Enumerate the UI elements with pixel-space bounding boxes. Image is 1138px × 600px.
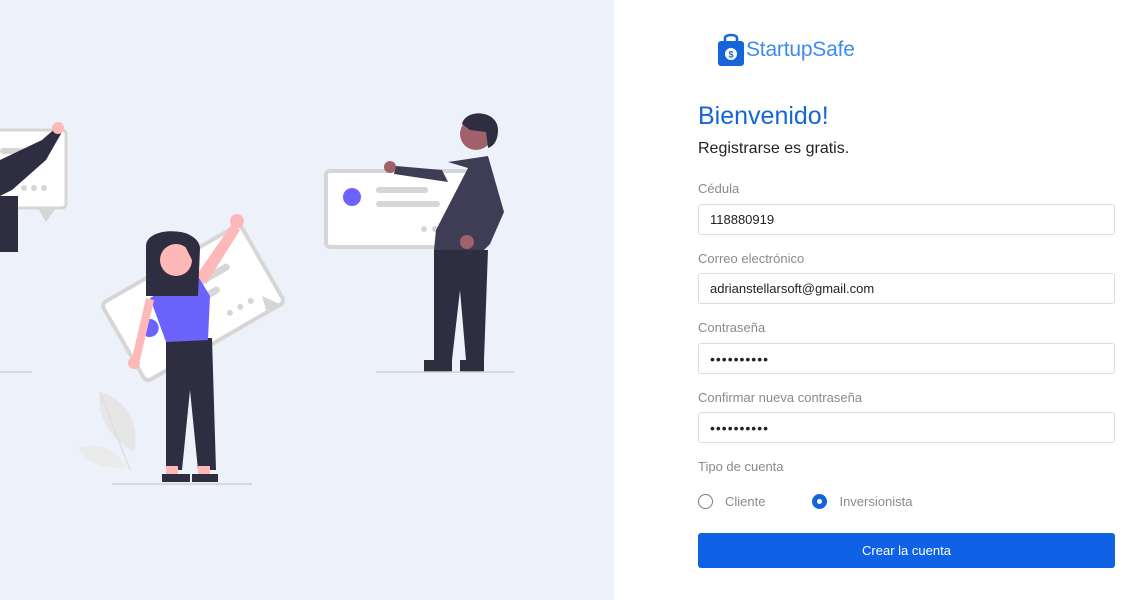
email-field[interactable] bbox=[698, 273, 1115, 304]
create-account-button[interactable]: Crear la cuenta bbox=[698, 533, 1115, 568]
account-type-label: Tipo de cuenta bbox=[698, 459, 784, 474]
man-figure bbox=[324, 113, 514, 373]
password-label: Contraseña bbox=[698, 320, 766, 335]
radio-inversionista[interactable] bbox=[812, 494, 828, 509]
woman-figure bbox=[78, 214, 285, 485]
radio-option-inversionista[interactable]: Inversionista bbox=[812, 494, 912, 509]
confirm-password-field[interactable] bbox=[698, 412, 1115, 443]
illustration-panel bbox=[0, 0, 614, 600]
email-label: Correo electrónico bbox=[698, 251, 805, 266]
confirm-password-label: Confirmar nueva contraseña bbox=[698, 390, 863, 405]
left-partial-figure bbox=[0, 122, 68, 373]
radio-option-cliente[interactable]: Cliente bbox=[698, 494, 765, 509]
cedula-field[interactable] bbox=[698, 204, 1115, 235]
radio-cliente-label: Cliente bbox=[725, 494, 766, 509]
page-title: Bienvenido! bbox=[698, 102, 829, 130]
svg-text:$: $ bbox=[728, 50, 733, 60]
radio-cliente[interactable] bbox=[698, 494, 713, 509]
account-type-radio-group: Cliente Inversionista bbox=[698, 494, 912, 509]
cedula-label: Cédula bbox=[698, 181, 740, 196]
page-subtitle: Registrarse es gratis. bbox=[698, 140, 850, 157]
shopping-bag-dollar-icon: $ bbox=[718, 33, 744, 66]
brand-name: StartupSafe bbox=[746, 38, 855, 61]
people-with-chat-cards-illustration bbox=[0, 113, 514, 485]
radio-inversionista-label: Inversionista bbox=[839, 494, 913, 509]
password-field[interactable] bbox=[698, 343, 1115, 374]
registration-panel: $ StartupSafe Bienvenido! Registrarse es… bbox=[614, 0, 1138, 600]
brand-logo: $ StartupSafe bbox=[718, 30, 855, 70]
